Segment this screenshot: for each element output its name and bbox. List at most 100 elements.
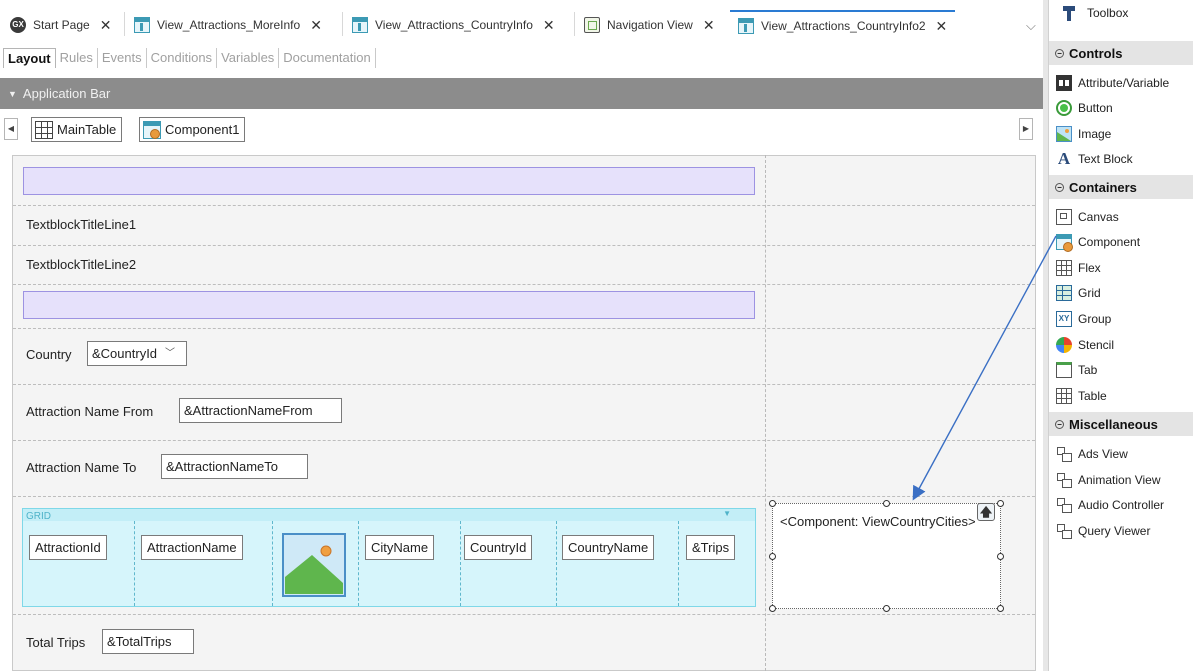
application-bar[interactable]: ▼ Application Bar bbox=[0, 78, 1043, 109]
grid-cell-countryid[interactable]: CountryId bbox=[464, 535, 533, 560]
toolbox-section-containers[interactable]: − Containers bbox=[1049, 175, 1193, 199]
close-icon[interactable]: ✕ bbox=[543, 17, 555, 34]
grid-cell-trips[interactable]: &Trips bbox=[686, 535, 736, 560]
empty-placeholder-control[interactable] bbox=[23, 291, 755, 319]
collapse-icon[interactable]: − bbox=[1055, 182, 1064, 192]
toolbox-item-component[interactable]: Component bbox=[1056, 231, 1140, 253]
component-placeholder-label: <Component: ViewCountryCities> bbox=[780, 514, 976, 529]
row-divider bbox=[13, 328, 1035, 329]
breadcrumb-item-component1[interactable]: Component1 bbox=[139, 117, 246, 142]
grid-cell-countryname[interactable]: CountryName bbox=[562, 535, 655, 560]
breadcrumb: ◀ MainTable Component1 ▶ bbox=[0, 110, 1043, 146]
tab-view-attractions-countryinfo2[interactable]: View_Attractions_CountryInfo2 ✕ bbox=[730, 10, 956, 40]
tab-overflow-chevron-icon[interactable]: ⌵ bbox=[1026, 18, 1036, 34]
breadcrumb-item-maintable[interactable]: MainTable bbox=[31, 117, 123, 142]
tab-navigation-view[interactable]: Navigation View ✕ bbox=[576, 10, 723, 40]
subtab-rules[interactable]: Rules bbox=[56, 48, 98, 68]
breadcrumb-scroll-left-icon[interactable]: ◀ bbox=[4, 118, 18, 140]
toolbox-item-button[interactable]: Button bbox=[1056, 97, 1113, 119]
resize-handle[interactable] bbox=[769, 553, 776, 560]
grid-column-divider bbox=[272, 521, 273, 606]
component-placeholder[interactable]: <Component: ViewCountryCities> bbox=[772, 503, 1001, 609]
collapse-caret-icon[interactable]: ▼ bbox=[8, 89, 17, 99]
total-trips-field[interactable]: &TotalTrips bbox=[102, 629, 194, 654]
panel-object-icon bbox=[352, 17, 368, 33]
toolbox-item-animation-view[interactable]: Animation View bbox=[1056, 469, 1161, 491]
toolbox-item-ads-view[interactable]: Ads View bbox=[1056, 443, 1128, 465]
document-tab-strip: GX Start Page ✕ View_Attractions_MoreInf… bbox=[0, 0, 1048, 45]
toolbox-item-table[interactable]: Table bbox=[1056, 385, 1107, 407]
canvas-icon bbox=[1056, 209, 1072, 225]
resize-handle[interactable] bbox=[997, 605, 1004, 612]
close-icon[interactable]: ✕ bbox=[936, 18, 948, 35]
resize-handle[interactable] bbox=[883, 500, 890, 507]
navigation-view-icon bbox=[584, 17, 600, 33]
close-icon[interactable]: ✕ bbox=[703, 17, 715, 34]
country-combo[interactable]: &CountryId ﹀ bbox=[87, 341, 187, 366]
image-placeholder-icon[interactable] bbox=[282, 533, 346, 597]
resize-handle[interactable] bbox=[883, 605, 890, 612]
subtab-documentation[interactable]: Documentation bbox=[279, 48, 376, 68]
attraction-name-from-label: Attraction Name From bbox=[26, 404, 154, 419]
grid-cell-attractionid[interactable]: AttractionId bbox=[29, 535, 107, 560]
toolbox-item-stencil[interactable]: Stencil bbox=[1056, 334, 1114, 356]
close-icon[interactable]: ✕ bbox=[310, 17, 322, 34]
subtab-layout[interactable]: Layout bbox=[3, 48, 56, 68]
tab-label: View_Attractions_MoreInfo bbox=[157, 18, 301, 32]
toolbox-item-attribute-variable[interactable]: Attribute/Variable bbox=[1056, 72, 1169, 94]
toolbox-section-label: Miscellaneous bbox=[1069, 416, 1158, 432]
toolbox-item-tab[interactable]: Tab bbox=[1056, 359, 1097, 381]
user-control-icon bbox=[1056, 523, 1072, 539]
subtab-conditions[interactable]: Conditions bbox=[147, 48, 218, 68]
resize-handle[interactable] bbox=[997, 553, 1004, 560]
textblock-title-line2[interactable]: TextblockTitleLine2 bbox=[26, 257, 136, 272]
tab-view-attractions-countryinfo[interactable]: View_Attractions_CountryInfo ✕ bbox=[344, 10, 563, 40]
resize-handle[interactable] bbox=[769, 605, 776, 612]
attraction-name-to-field[interactable]: &AttractionNameTo bbox=[161, 454, 308, 479]
grid-column-divider bbox=[678, 521, 679, 606]
toolbox-section-miscellaneous[interactable]: − Miscellaneous bbox=[1049, 412, 1193, 436]
grid-column-divider bbox=[134, 521, 135, 606]
toolbox-item-canvas[interactable]: Canvas bbox=[1056, 206, 1119, 228]
stencil-icon bbox=[1056, 337, 1072, 353]
chevron-down-icon[interactable]: ﹀ bbox=[165, 342, 175, 365]
toolbox-item-audio-controller[interactable]: Audio Controller bbox=[1056, 494, 1164, 516]
close-icon[interactable]: ✕ bbox=[100, 17, 112, 34]
resize-handle[interactable] bbox=[769, 500, 776, 507]
grid-cell-attractionname[interactable]: AttractionName bbox=[141, 535, 243, 560]
toolbox-item-grid[interactable]: Grid bbox=[1056, 282, 1101, 304]
collapse-icon[interactable]: − bbox=[1055, 48, 1064, 58]
component-icon bbox=[1056, 234, 1073, 252]
attraction-name-to-label: Attraction Name To bbox=[26, 460, 137, 475]
subtab-events[interactable]: Events bbox=[98, 48, 147, 68]
breadcrumb-scroll-right-icon[interactable]: ▶ bbox=[1019, 118, 1033, 140]
toolbox-item-query-viewer[interactable]: Query Viewer bbox=[1056, 520, 1150, 542]
tab-divider bbox=[574, 12, 575, 36]
toolbox-item-image[interactable]: Image bbox=[1056, 123, 1111, 145]
toolbox-item-text-block[interactable]: A Text Block bbox=[1056, 148, 1133, 170]
resize-handle[interactable] bbox=[997, 500, 1004, 507]
collapse-icon[interactable]: − bbox=[1055, 419, 1064, 429]
grid-column-divider bbox=[358, 521, 359, 606]
toolbox-section-label: Containers bbox=[1069, 179, 1137, 195]
tab-view-attractions-moreinfo[interactable]: View_Attractions_MoreInfo ✕ bbox=[126, 10, 330, 40]
textblock-title-line1[interactable]: TextblockTitleLine1 bbox=[26, 217, 136, 232]
grid-control[interactable]: GRID ▼ AttractionId AttractionName CityN… bbox=[22, 508, 756, 607]
subtab-variables[interactable]: Variables bbox=[217, 48, 280, 68]
grid-caret-icon[interactable]: ▼ bbox=[723, 509, 731, 518]
toolbox-section-controls[interactable]: − Controls bbox=[1049, 41, 1193, 65]
grid-cell-cityname[interactable]: CityName bbox=[365, 535, 435, 560]
empty-placeholder-control[interactable] bbox=[23, 167, 755, 195]
component-icon bbox=[143, 120, 161, 139]
tab-divider bbox=[124, 12, 125, 36]
attraction-name-from-field[interactable]: &AttractionNameFrom bbox=[179, 398, 342, 423]
tab-start-page[interactable]: GX Start Page ✕ bbox=[2, 10, 119, 40]
toolbox-item-label: Flex bbox=[1078, 261, 1101, 275]
country-combo-value: &CountryId bbox=[92, 346, 158, 361]
grid-header: GRID ▼ bbox=[23, 509, 755, 522]
toolbox-item-flex[interactable]: Flex bbox=[1056, 257, 1101, 279]
flex-icon bbox=[1056, 260, 1072, 276]
table-icon bbox=[35, 120, 53, 139]
toolbox-item-group[interactable]: XY Group bbox=[1056, 308, 1111, 330]
select-parent-arrow-up-icon[interactable]: 🡅 bbox=[977, 503, 995, 521]
